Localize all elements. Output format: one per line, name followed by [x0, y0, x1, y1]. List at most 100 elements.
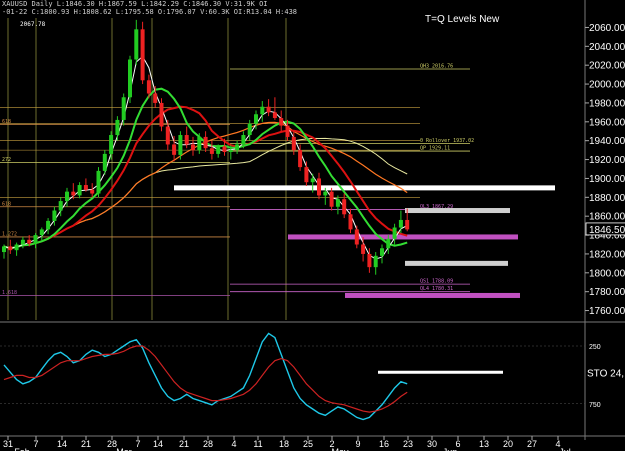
reference-level-label: QH3 2016.76 — [420, 63, 453, 69]
candle-body — [83, 185, 88, 190]
date-tick-label: 7 — [33, 439, 38, 449]
price-tick-label: 1880.00 — [589, 193, 625, 204]
candle-body — [109, 135, 114, 154]
candle-body — [222, 146, 227, 153]
month-label: Jul — [559, 447, 571, 451]
candle-body — [386, 238, 391, 249]
candle-body — [285, 125, 290, 137]
date-tick-label: 16 — [379, 439, 389, 449]
candle-body — [241, 135, 246, 145]
candle-body — [323, 191, 328, 196]
candle-body — [197, 136, 202, 151]
price-chart: QH3 2016.76 0 Rollover 1937.02 QP 1929.11 Q… — [0, 0, 625, 451]
candle-body — [235, 144, 240, 151]
price-tick-label: 1940.00 — [589, 136, 625, 147]
candle-body — [140, 29, 145, 81]
header-quote-line-2: -01-22 C:1800.93 H:1808.62 L:1795.58 O:1… — [2, 8, 298, 16]
candle-body — [310, 178, 315, 183]
candle-body — [380, 248, 384, 256]
candle-body — [14, 244, 19, 251]
reference-level-label: QS1 1788.09 — [420, 279, 453, 285]
date-tick-label: 23 — [403, 439, 413, 449]
candle-body — [153, 93, 158, 103]
candle-body — [342, 199, 347, 215]
candle-body — [90, 189, 95, 194]
candle-body — [39, 229, 44, 236]
candle-body — [20, 239, 25, 245]
candle-body — [115, 119, 120, 136]
oscillator-tick-label: 750 — [589, 402, 601, 409]
candle-body — [159, 102, 164, 127]
candle-body — [260, 106, 265, 115]
month-label: Feb — [14, 447, 30, 451]
price-tick-label: 2000.00 — [589, 80, 625, 91]
candle-body — [361, 244, 366, 254]
high-label: 2067.78 — [20, 21, 46, 28]
price-tick-label: 1860.00 — [589, 212, 625, 223]
price-tick-label: 1780.00 — [589, 287, 625, 298]
candle-body — [27, 239, 32, 244]
date-tick-label: 28 — [203, 439, 213, 449]
candle-body — [354, 229, 359, 245]
reference-level-label: 0 Rollover 1937.02 — [420, 138, 474, 144]
candle-body — [77, 185, 82, 196]
current-price-label: 1846.50 — [589, 225, 625, 236]
indicator-title: T=Q Levels New — [425, 14, 500, 25]
header-quote-line: XAUUSD Daily L:1846.30 H:1867.59 L:1842.… — [2, 0, 268, 8]
price-tick-label: 1900.00 — [589, 174, 625, 185]
candle-body — [304, 167, 309, 183]
candle-body — [96, 170, 101, 194]
price-tick-label: 2020.00 — [589, 61, 625, 72]
reference-level-label: 272 — [2, 157, 11, 163]
zone-bar — [345, 292, 520, 298]
price-tick-label: 2040.00 — [589, 42, 625, 53]
candle-body — [203, 136, 208, 149]
date-tick-label: 31 — [3, 439, 13, 449]
candle-body — [272, 112, 277, 119]
reference-level-label: 618 — [2, 119, 11, 125]
date-tick-label: 7 — [135, 439, 140, 449]
reference-level-label: 1.618 — [2, 290, 17, 296]
candle-body — [392, 227, 397, 239]
candle-body — [398, 219, 403, 228]
candle-body — [279, 118, 284, 126]
date-tick-label: 30 — [427, 439, 437, 449]
zone-bar — [174, 185, 555, 191]
candle-body — [65, 191, 69, 202]
candle-body — [121, 97, 126, 120]
price-tick-label: 1920.00 — [589, 155, 625, 166]
zone-bar — [405, 208, 510, 214]
candle-body — [2, 246, 6, 253]
candle-body — [291, 136, 296, 151]
candle-body — [298, 150, 303, 168]
candle-body — [146, 80, 151, 94]
candle-body — [254, 114, 258, 124]
candle-body — [405, 219, 410, 230]
reference-level-label: 618 — [2, 201, 11, 207]
date-tick-label: 9 — [355, 439, 360, 449]
month-label: Jun — [443, 447, 458, 451]
candle-body — [373, 255, 378, 268]
price-tick-label: 2060.00 — [589, 23, 625, 34]
date-tick-label: 25 — [303, 439, 313, 449]
price-tick-label: 1820.00 — [589, 249, 625, 260]
candle-body — [216, 146, 221, 154]
candle-body — [178, 135, 183, 155]
candle-body — [367, 253, 372, 268]
candle-body — [335, 199, 340, 207]
candle-body — [228, 150, 233, 153]
candle-body — [317, 178, 321, 196]
price-tick-label: 1760.00 — [589, 306, 625, 317]
date-tick-label: 14 — [153, 439, 163, 449]
reference-level-label: QP 1929.11 — [420, 146, 450, 152]
date-tick-label: 21 — [179, 439, 189, 449]
date-tick-label: 27 — [527, 439, 537, 449]
reference-level-label: 1.272 — [2, 231, 17, 237]
candle-body — [71, 191, 76, 196]
date-tick-label: 18 — [279, 439, 289, 449]
candle-body — [191, 144, 195, 151]
oscillator-zone-bar — [378, 370, 503, 374]
candle-body — [58, 201, 63, 211]
oscillator-name-label: STO 24, — [587, 368, 624, 379]
oscillator-tick-label: 250 — [589, 344, 601, 351]
